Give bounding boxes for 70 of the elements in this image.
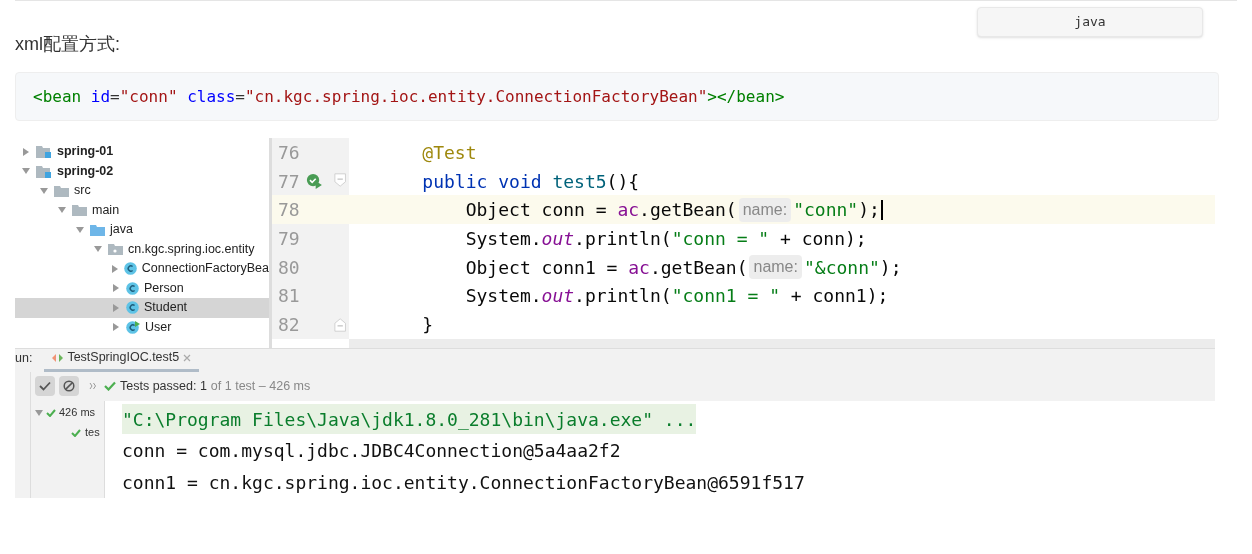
- check-icon: [39, 381, 51, 392]
- tree-item[interactable]: main: [15, 200, 269, 220]
- check-icon: [104, 381, 116, 392]
- code-line: @Test: [421, 140, 477, 165]
- folder-icon: [72, 204, 87, 217]
- fold-icon[interactable]: [333, 316, 346, 333]
- line-number: 76: [278, 140, 301, 165]
- package-icon: [108, 243, 123, 256]
- expanded-arrow-icon[interactable]: [22, 168, 30, 175]
- line-number: 78: [278, 198, 301, 223]
- test-status: Tests passed: 1: [120, 377, 207, 395]
- folder-icon: [90, 223, 105, 236]
- panel-label: un:: [15, 350, 33, 368]
- collapsed-arrow-icon[interactable]: [113, 323, 119, 332]
- collapsed-arrow-icon[interactable]: [23, 147, 29, 156]
- collapsed-arrow-icon[interactable]: [113, 303, 119, 312]
- collapsed-arrow-icon[interactable]: [111, 264, 118, 273]
- code-line: Object conn1 = ac.getBean( name: "&conn");: [464, 254, 902, 281]
- tree-item[interactable]: Student: [15, 298, 269, 318]
- folder-icon: [54, 184, 69, 197]
- test-duration: 426 ms: [59, 405, 96, 421]
- close-icon[interactable]: [183, 353, 192, 362]
- test-name: tes: [85, 425, 100, 441]
- module-folder-icon: [36, 145, 52, 159]
- console-line: conn1 = cn.kgc.spring.ioc.entity.ConnectionFactoryBean@6591f517: [122, 470, 805, 495]
- prohibited-icon: [63, 380, 75, 393]
- tree-item[interactable]: java: [15, 220, 269, 240]
- line-number: 80: [278, 255, 301, 280]
- tree-item[interactable]: src: [15, 181, 269, 201]
- expanded-arrow-icon[interactable]: [35, 409, 43, 416]
- tree-item[interactable]: Person: [15, 278, 269, 298]
- console-line: conn = com.mysql.jdbc.JDBC4Connection@5a4aa2f2: [122, 439, 621, 464]
- tree-item[interactable]: cn.kgc.spring.ioc.entity: [15, 239, 269, 259]
- tree-item[interactable]: spring-01: [15, 142, 269, 162]
- line-number: 82: [278, 313, 301, 338]
- line-number: 79: [278, 226, 301, 251]
- class-icon: [123, 262, 137, 276]
- tree-item[interactable]: ConnectionFactoryBea: [15, 259, 269, 279]
- test-class-icon: [126, 320, 140, 334]
- show-passed-button[interactable]: [35, 376, 55, 397]
- line-number: 77: [278, 169, 301, 194]
- tree-item[interactable]: spring-02: [15, 161, 269, 181]
- class-icon: [126, 301, 139, 315]
- expanded-arrow-icon[interactable]: [76, 226, 84, 233]
- text-cursor: [880, 199, 883, 220]
- expanded-arrow-icon[interactable]: [58, 207, 66, 214]
- code-line: Object conn = ac.getBean( name: "conn");: [464, 196, 880, 224]
- line-number: 81: [278, 284, 301, 309]
- code-line: System.out.println("conn1 = " + conn1);: [464, 284, 889, 309]
- code-line: System.out.println("conn = " + conn);: [464, 226, 867, 251]
- section-heading: xml配置方式:: [15, 33, 120, 56]
- show-ignored-button[interactable]: [59, 376, 79, 397]
- horizontal-scrollbar[interactable]: [349, 338, 1215, 348]
- check-icon: [71, 428, 81, 437]
- module-folder-icon: [36, 164, 52, 178]
- collapsed-arrow-icon[interactable]: [113, 284, 119, 293]
- code-line: public void test5(){: [421, 169, 640, 194]
- test-status-detail: of 1 test – 426 ms: [210, 377, 311, 395]
- check-icon: [46, 408, 56, 417]
- expanded-arrow-icon[interactable]: [94, 246, 102, 253]
- fold-icon[interactable]: [333, 172, 346, 189]
- code-line: }: [421, 313, 434, 338]
- chevron-icon[interactable]: [89, 382, 97, 391]
- run-test-icon[interactable]: [306, 172, 324, 191]
- run-config-icon: [52, 352, 64, 363]
- tree-item[interactable]: User: [15, 317, 269, 337]
- class-icon: [126, 281, 139, 295]
- code-line: <bean id="conn" class="cn.kgc.spring.ioc.entity.ConnectionFactoryBean"></bean>: [33, 85, 785, 108]
- language-button[interactable]: java: [977, 7, 1203, 37]
- expanded-arrow-icon[interactable]: [40, 187, 48, 194]
